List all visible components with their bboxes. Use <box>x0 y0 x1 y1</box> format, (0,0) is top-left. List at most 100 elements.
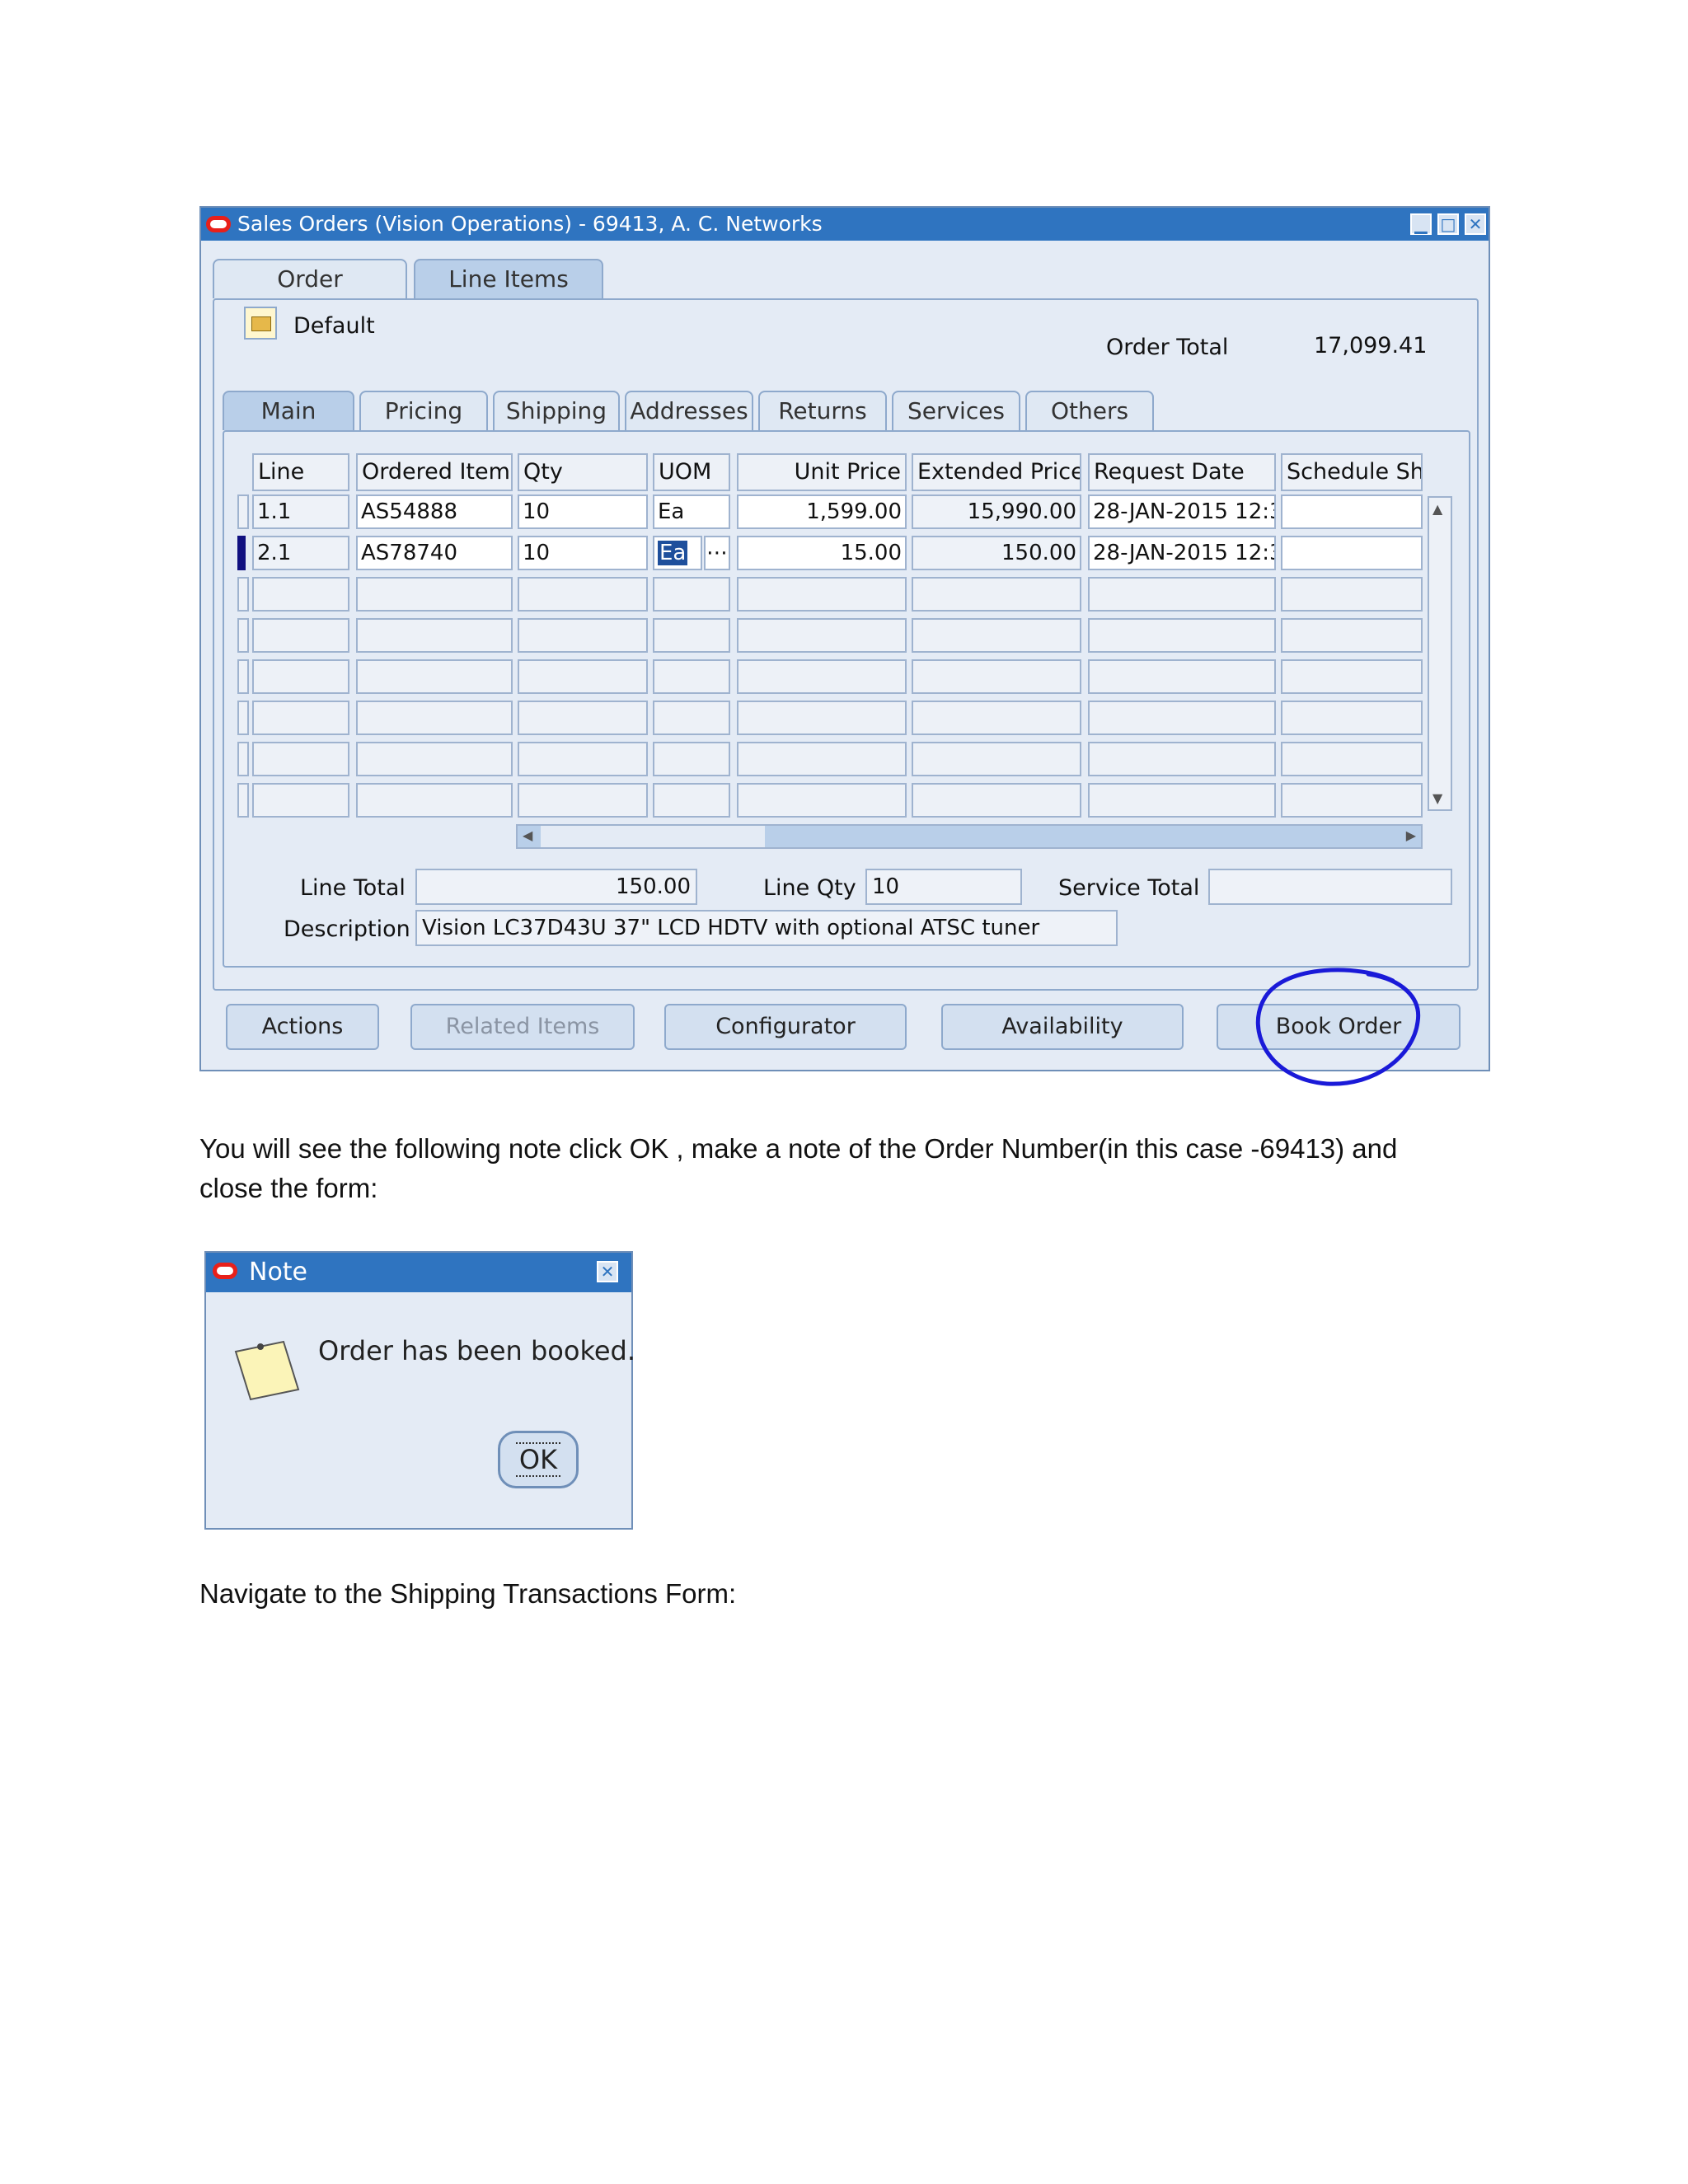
empty-cell[interactable] <box>518 701 648 735</box>
subtab-pricing[interactable]: Pricing <box>359 391 488 430</box>
empty-cell[interactable] <box>1281 742 1423 776</box>
empty-cell[interactable] <box>737 577 907 612</box>
empty-cell[interactable] <box>356 701 513 735</box>
empty-cell[interactable] <box>252 783 349 818</box>
empty-cell[interactable] <box>252 659 349 694</box>
empty-cell[interactable] <box>1088 742 1276 776</box>
scroll-up-icon[interactable]: ▲ <box>1432 501 1442 517</box>
empty-cell[interactable] <box>653 659 730 694</box>
empty-cell[interactable] <box>1281 659 1423 694</box>
empty-cell[interactable] <box>356 742 513 776</box>
row-selector[interactable] <box>237 701 249 735</box>
horizontal-scrollbar[interactable]: ◀ ▶ <box>516 824 1423 849</box>
row-selector[interactable] <box>237 494 249 529</box>
row-selector[interactable] <box>237 659 249 694</box>
cell-request-date[interactable]: 28-JAN-2015 12:3․ <box>1088 494 1276 529</box>
empty-cell[interactable] <box>653 783 730 818</box>
window-title-bar[interactable]: Sales Orders (Vision Operations) - 69413… <box>201 208 1489 241</box>
empty-cell[interactable] <box>252 701 349 735</box>
description-field[interactable]: Vision LC37D43U 37" LCD HDTV with option… <box>415 910 1118 946</box>
cell-ordered-item[interactable]: AS78740 <box>356 536 513 570</box>
cell-qty[interactable]: 10 <box>518 494 648 529</box>
close-icon[interactable]: ✕ <box>597 1261 618 1282</box>
tab-line-items[interactable]: Line Items <box>414 259 603 298</box>
scroll-right-icon[interactable]: ▶ <box>1406 827 1416 843</box>
close-icon[interactable]: ✕ <box>1465 213 1486 235</box>
maximize-icon[interactable]: □ <box>1437 213 1459 235</box>
row-selector[interactable] <box>237 577 249 612</box>
empty-cell[interactable] <box>1281 618 1423 653</box>
subtab-main[interactable]: Main <box>223 391 354 430</box>
cell-qty[interactable]: 10 <box>518 536 648 570</box>
subtab-services[interactable]: Services <box>892 391 1020 430</box>
availability-button[interactable]: Availability <box>941 1004 1184 1050</box>
vertical-scrollbar[interactable]: ▲ ▼ <box>1428 496 1452 811</box>
empty-cell[interactable] <box>252 618 349 653</box>
cell-ordered-item[interactable]: AS54888 <box>356 494 513 529</box>
related-items-button[interactable]: Related Items <box>410 1004 635 1050</box>
empty-cell[interactable] <box>1088 783 1276 818</box>
subtab-others[interactable]: Others <box>1025 391 1154 430</box>
subtab-returns[interactable]: Returns <box>758 391 887 430</box>
cell-line[interactable]: 2.1 <box>252 536 349 570</box>
empty-cell[interactable] <box>356 659 513 694</box>
subtab-shipping[interactable]: Shipping <box>493 391 620 430</box>
tab-order-information[interactable]: Order Information <box>213 259 407 330</box>
empty-cell[interactable] <box>518 742 648 776</box>
empty-cell[interactable] <box>912 742 1081 776</box>
empty-cell[interactable] <box>356 783 513 818</box>
empty-cell[interactable] <box>912 783 1081 818</box>
cell-uom[interactable]: Ea <box>653 494 730 529</box>
actions-button[interactable]: Actions <box>226 1004 379 1050</box>
empty-cell[interactable] <box>1088 577 1276 612</box>
folder-icon[interactable] <box>244 307 277 340</box>
empty-cell[interactable] <box>912 701 1081 735</box>
cell-request-date[interactable]: 28-JAN-2015 12:3․ <box>1088 536 1276 570</box>
empty-cell[interactable] <box>1088 701 1276 735</box>
note-title-bar[interactable]: Note <box>206 1253 631 1292</box>
empty-cell[interactable] <box>737 659 907 694</box>
subtab-addresses[interactable]: Addresses <box>625 391 753 430</box>
empty-cell[interactable] <box>737 618 907 653</box>
cell-uom-active[interactable]: Ea <box>653 536 702 570</box>
empty-cell[interactable] <box>1088 659 1276 694</box>
ok-button[interactable]: OK <box>498 1431 579 1488</box>
service-total-field[interactable] <box>1208 869 1452 905</box>
empty-cell[interactable] <box>1281 701 1423 735</box>
empty-cell[interactable] <box>518 783 648 818</box>
configurator-button[interactable]: Configurator <box>664 1004 907 1050</box>
empty-cell[interactable] <box>737 783 907 818</box>
empty-cell[interactable] <box>653 577 730 612</box>
empty-cell[interactable] <box>252 577 349 612</box>
empty-cell[interactable] <box>518 618 648 653</box>
minimize-icon[interactable]: ▁ <box>1410 213 1432 235</box>
cell-extended-price[interactable]: 150.00 <box>912 536 1081 570</box>
empty-cell[interactable] <box>518 577 648 612</box>
line-qty-field[interactable]: 10 <box>865 869 1022 905</box>
empty-cell[interactable] <box>1088 618 1276 653</box>
empty-cell[interactable] <box>653 618 730 653</box>
row-selector[interactable] <box>237 742 249 776</box>
cell-schedule-ship[interactable] <box>1281 536 1423 570</box>
empty-cell[interactable] <box>356 618 513 653</box>
cell-unit-price[interactable]: 15.00 <box>737 536 907 570</box>
empty-cell[interactable] <box>653 742 730 776</box>
empty-cell[interactable] <box>912 577 1081 612</box>
empty-cell[interactable] <box>252 742 349 776</box>
cell-extended-price[interactable]: 15,990.00 <box>912 494 1081 529</box>
empty-cell[interactable] <box>356 577 513 612</box>
empty-cell[interactable] <box>1281 783 1423 818</box>
scroll-down-icon[interactable]: ▼ <box>1432 790 1442 806</box>
row-selector[interactable] <box>237 783 249 818</box>
empty-cell[interactable] <box>912 659 1081 694</box>
empty-cell[interactable] <box>912 618 1081 653</box>
cell-schedule-ship[interactable] <box>1281 494 1423 529</box>
scroll-left-icon[interactable]: ◀ <box>523 827 532 843</box>
lov-button[interactable]: ⋯ <box>704 536 730 570</box>
row-selector[interactable] <box>237 618 249 653</box>
cell-unit-price[interactable]: 1,599.00 <box>737 494 907 529</box>
scroll-thumb[interactable] <box>541 826 765 847</box>
line-total-field[interactable]: 150.00 <box>415 869 697 905</box>
cell-line[interactable]: 1.1 <box>252 494 349 529</box>
empty-cell[interactable] <box>653 701 730 735</box>
